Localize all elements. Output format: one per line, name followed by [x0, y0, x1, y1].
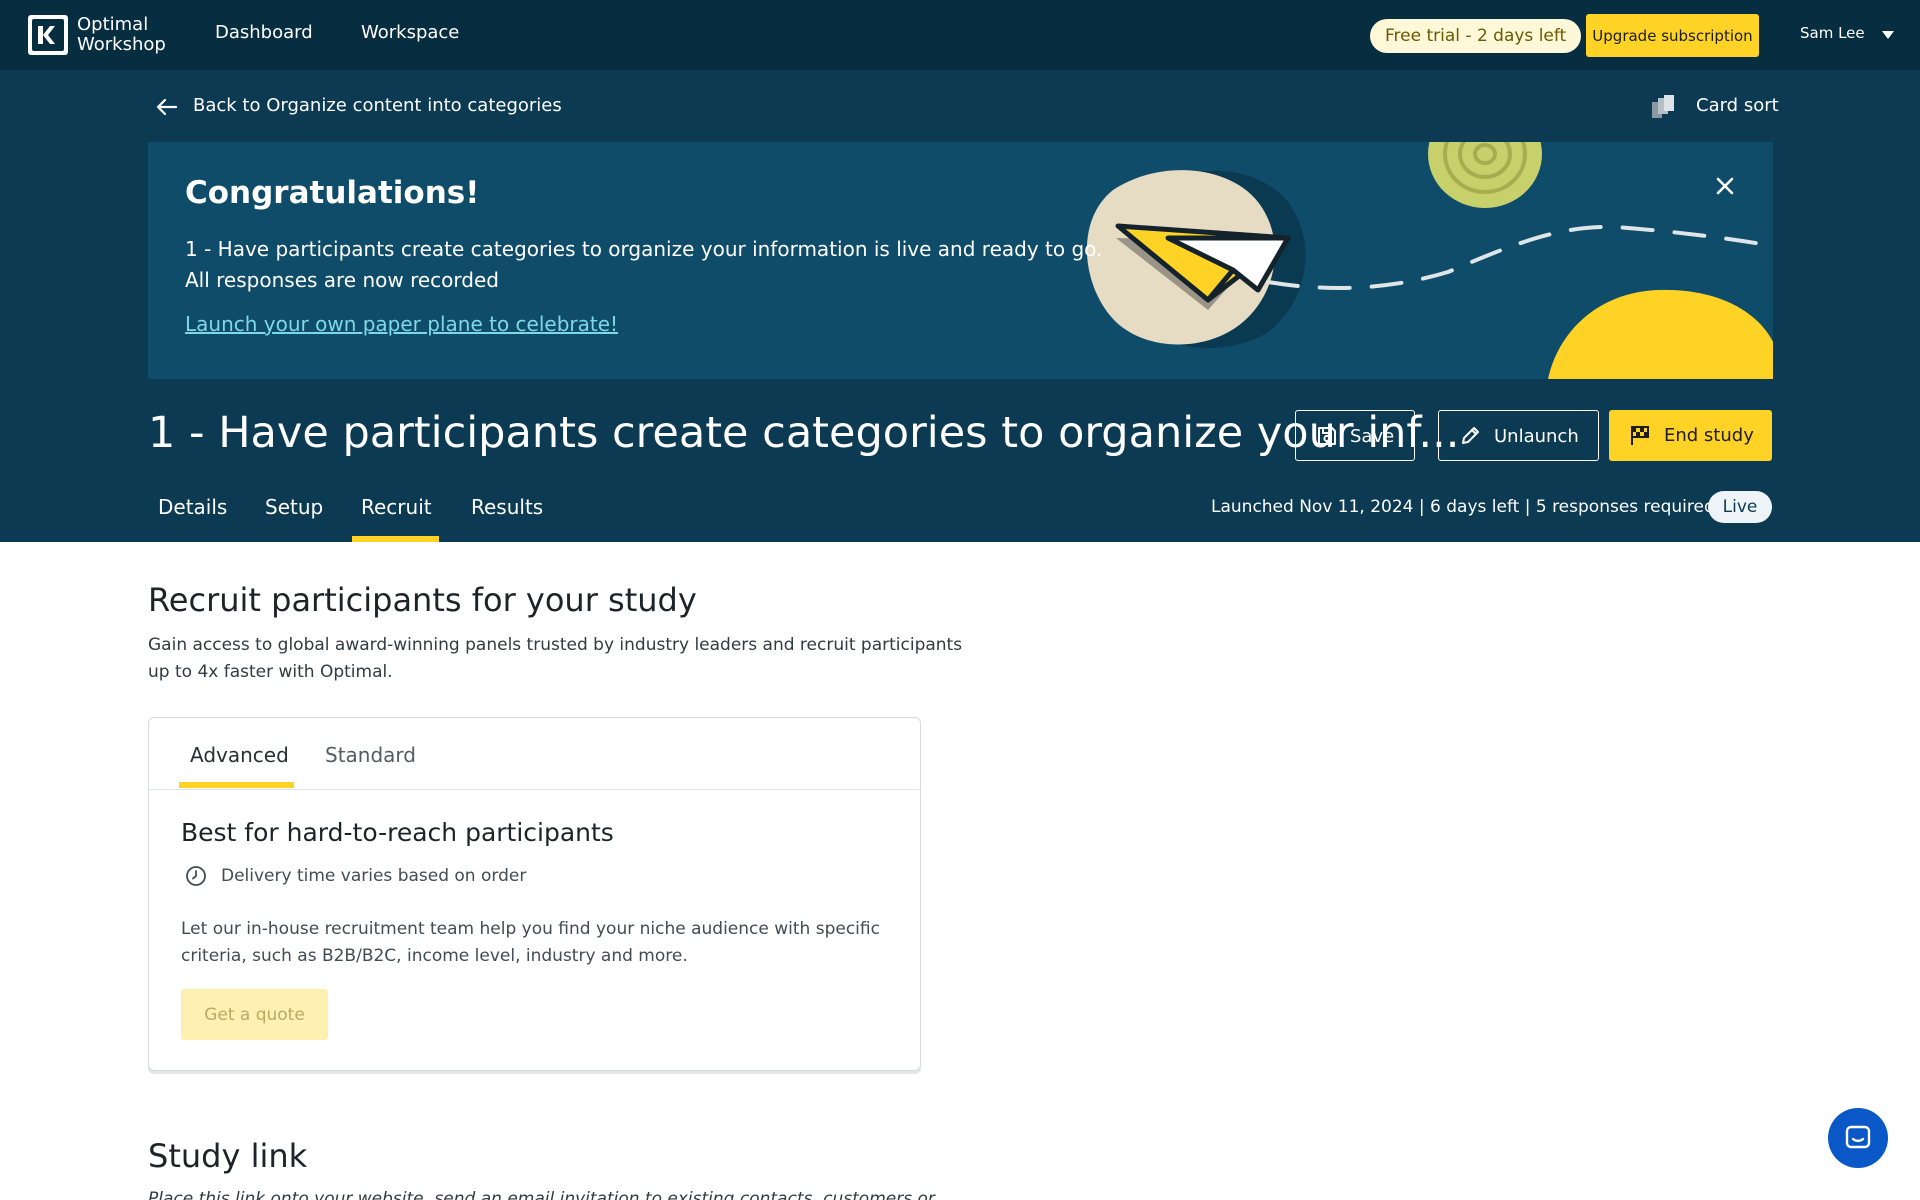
flag-icon — [1631, 426, 1649, 445]
save-icon — [1318, 427, 1336, 445]
congratulations-banner: Congratulations! 1 - Have participants c… — [148, 142, 1773, 379]
banner-submessage: All responses are now recorded — [185, 268, 499, 292]
nav-workspace-link[interactable]: Workspace — [361, 22, 459, 43]
brand-line-1: Optimal — [77, 14, 149, 35]
banner-title: Congratulations! — [185, 175, 480, 211]
close-icon[interactable] — [1711, 172, 1739, 200]
pencil-icon — [1462, 427, 1479, 444]
card-heading: Best for hard-to-reach participants — [181, 818, 614, 847]
active-tab-indicator — [352, 536, 439, 542]
tab-standard[interactable]: Standard — [325, 743, 416, 767]
chevron-down-icon[interactable] — [1882, 31, 1894, 39]
card-divider — [149, 789, 920, 790]
recruitment-options-card: Advanced Standard Best for hard-to-reach… — [148, 717, 921, 1071]
save-label: Save — [1350, 426, 1395, 447]
trial-badge: Free trial - 2 days left — [1370, 19, 1582, 53]
tab-advanced[interactable]: Advanced — [190, 743, 289, 767]
card-sort-icon — [1652, 95, 1674, 118]
end-study-button[interactable]: End study — [1609, 410, 1772, 461]
get-a-quote-button[interactable]: Get a quote — [181, 989, 328, 1040]
tab-recruit[interactable]: Recruit — [361, 495, 432, 519]
clock-icon — [186, 866, 206, 886]
recruit-description-line-2: up to 4x faster with Optimal. — [148, 662, 393, 682]
tab-details[interactable]: Details — [158, 495, 227, 519]
save-button[interactable]: Save — [1295, 410, 1415, 461]
study-link-title: Study link — [148, 1137, 308, 1175]
recruit-section-title: Recruit participants for your study — [148, 581, 697, 619]
tab-setup[interactable]: Setup — [265, 495, 323, 519]
active-card-tab-indicator — [179, 782, 294, 788]
chat-support-button[interactable] — [1828, 1108, 1888, 1168]
recruit-description-line-1: Gain access to global award-winning pane… — [148, 635, 963, 655]
optimal-logo-icon[interactable] — [28, 15, 68, 55]
upgrade-subscription-button[interactable]: Upgrade subscription — [1586, 14, 1759, 57]
brand-line-2: Workshop — [77, 34, 166, 55]
brand-name[interactable]: Optimal Workshop — [77, 15, 166, 55]
top-nav: Optimal Workshop Dashboard Workspace Fre… — [0, 0, 1920, 70]
tab-results[interactable]: Results — [471, 495, 543, 519]
delivery-time-text: Delivery time varies based on order — [221, 866, 527, 886]
arrow-left-icon[interactable] — [155, 96, 179, 118]
status-badge: Live — [1708, 491, 1772, 523]
unlaunch-button[interactable]: Unlaunch — [1438, 410, 1599, 461]
banner-message: 1 - Have participants create categories … — [185, 237, 1103, 261]
study-title: 1 - Have participants create categories … — [148, 408, 1460, 458]
chat-icon — [1845, 1125, 1871, 1149]
study-link-description: Place this link onto your website, send … — [148, 1189, 935, 1200]
user-menu[interactable]: Sam Lee — [1800, 24, 1865, 42]
card-body-line-1: Let our in-house recruitment team help y… — [181, 919, 880, 939]
card-body-line-2: criteria, such as B2B/B2C, income level,… — [181, 946, 688, 966]
nav-dashboard-link[interactable]: Dashboard — [215, 22, 313, 43]
study-type-label: Card sort — [1696, 95, 1779, 116]
launch-status-text: Launched Nov 11, 2024 | 6 days left | 5 … — [1211, 497, 1715, 517]
launch-paper-plane-link[interactable]: Launch your own paper plane to celebrate… — [185, 312, 618, 336]
back-link[interactable]: Back to Organize content into categories — [193, 95, 562, 116]
unlaunch-label: Unlaunch — [1494, 426, 1579, 447]
end-study-label: End study — [1664, 425, 1754, 446]
